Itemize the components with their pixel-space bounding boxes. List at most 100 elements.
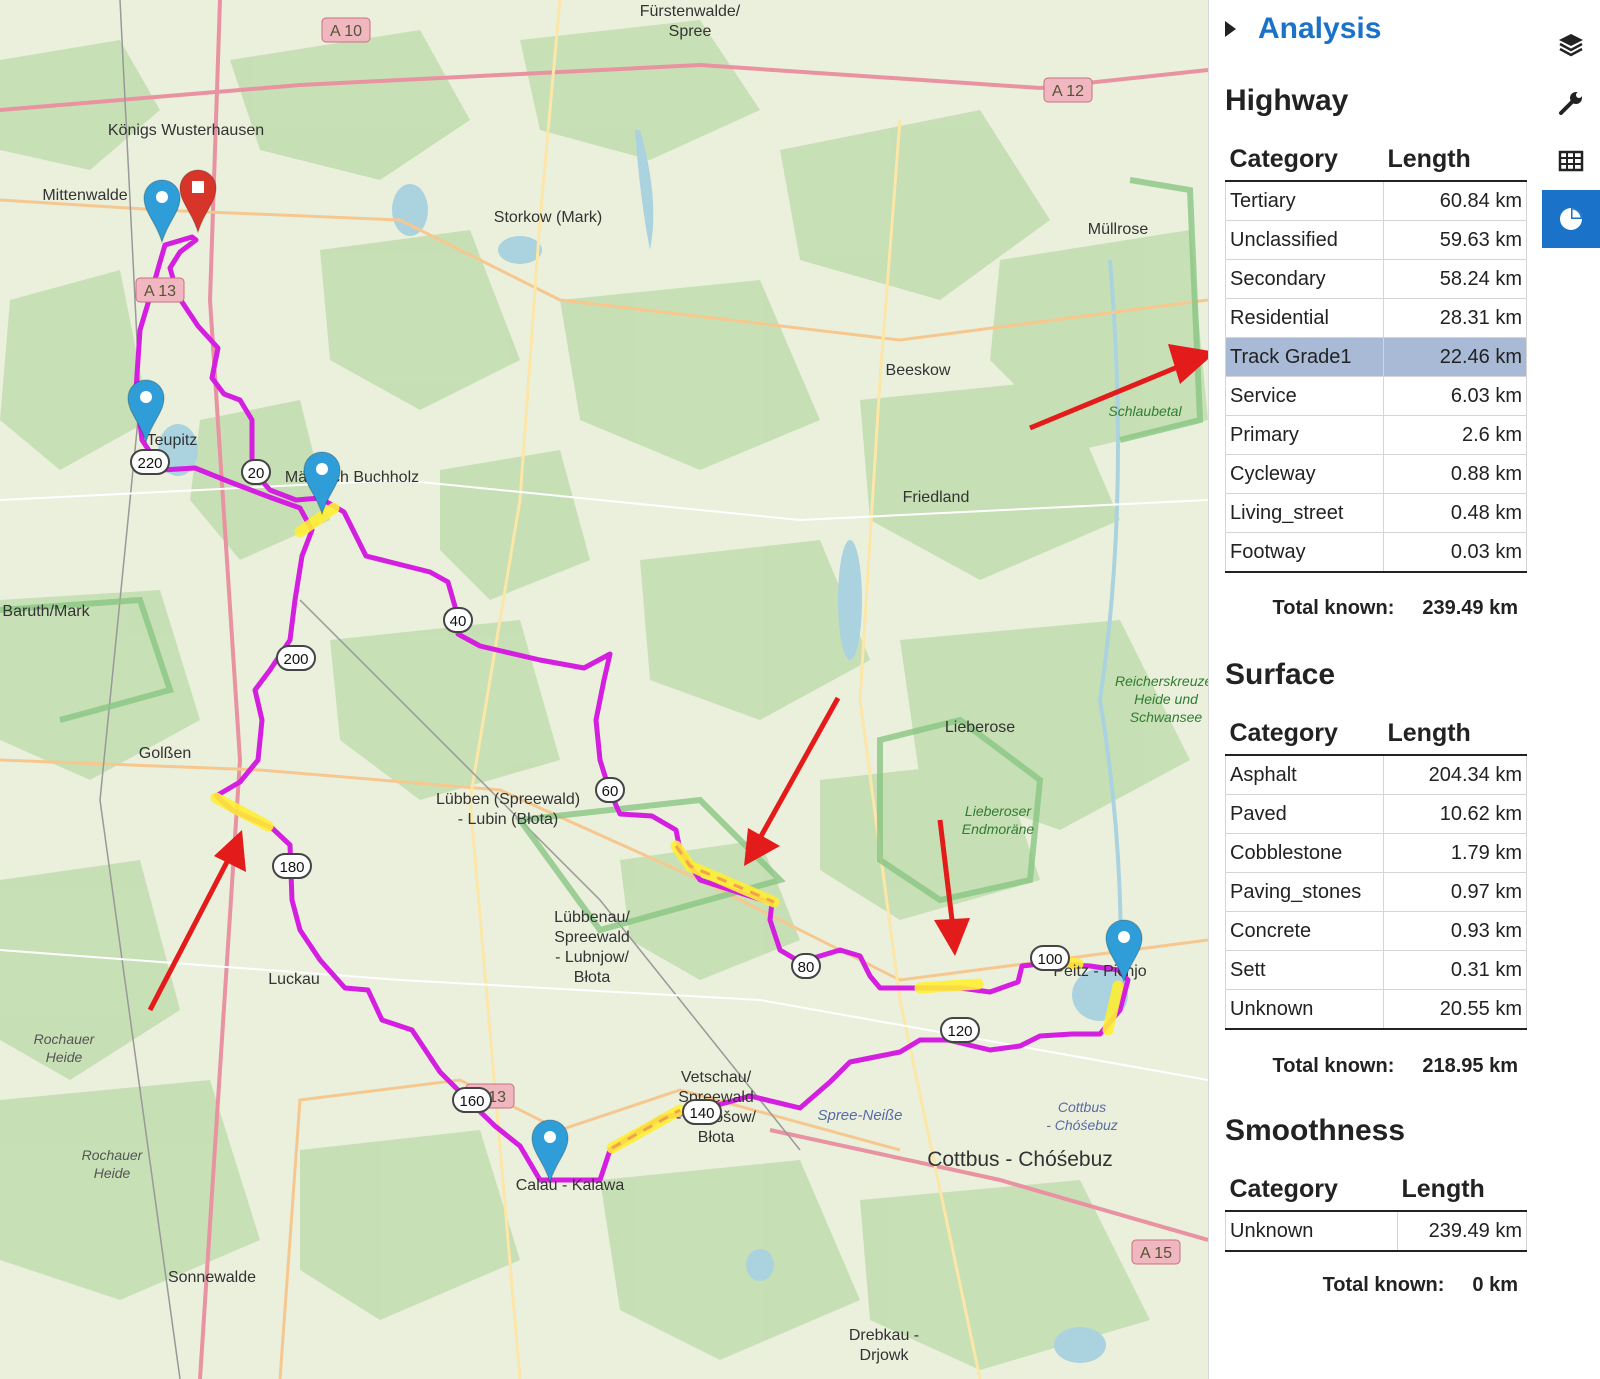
table-row[interactable]: Service 6.03 km — [1225, 376, 1527, 416]
place-label-friedland: Friedland — [903, 489, 970, 506]
length-cell: 0.93 km — [1383, 911, 1527, 951]
category-cell: Unknown — [1225, 989, 1384, 1030]
panel-sidebar — [1542, 0, 1600, 248]
length-cell: 58.24 km — [1383, 259, 1527, 299]
column-header-category[interactable]: Category — [1225, 1168, 1398, 1212]
column-header-length[interactable]: Length — [1383, 712, 1527, 756]
category-cell: Secondary — [1225, 259, 1384, 299]
place-label-mittenwalde: Mittenwalde — [42, 187, 127, 204]
highway-total: Total known: 239.49 km — [1273, 597, 1518, 620]
category-cell: Unclassified — [1225, 220, 1384, 260]
place-label-spreeneisse: Spree-Neiße — [817, 1107, 902, 1124]
total-value: 239.49 km — [1422, 597, 1518, 619]
expand-caret-icon[interactable] — [1225, 21, 1236, 37]
distance-marker: 20 — [241, 459, 271, 485]
category-cell: Footway — [1225, 532, 1384, 573]
category-cell: Living_street — [1225, 493, 1384, 533]
tools-button[interactable] — [1542, 74, 1600, 132]
place-label-sonnewalde: Sonnewalde — [168, 1269, 256, 1286]
place-label-golssen: Golßen — [139, 745, 191, 762]
distance-marker: 120 — [940, 1017, 980, 1043]
category-cell: Cobblestone — [1225, 833, 1384, 873]
length-cell: 6.03 km — [1383, 376, 1527, 416]
category-cell: Track Grade1 — [1225, 337, 1384, 377]
distance-marker: 180 — [272, 853, 312, 879]
svg-text:140: 140 — [689, 1105, 714, 1122]
table-row[interactable]: Unknown 20.55 km — [1225, 989, 1527, 1030]
highway-shield: A 15 — [1131, 1239, 1181, 1265]
distance-marker: 140 — [682, 1099, 722, 1125]
total-value: 218.95 km — [1422, 1055, 1518, 1077]
svg-text:180: 180 — [279, 859, 304, 876]
place-label-muellrose: Müllrose — [1088, 221, 1149, 238]
length-cell: 0.88 km — [1383, 454, 1527, 494]
place-label-storkow: Storkow (Mark) — [494, 209, 602, 226]
place-label-lieberose: Lieberose — [945, 719, 1015, 736]
total-value: 0 km — [1472, 1274, 1518, 1296]
table-row[interactable]: Paving_stones 0.97 km — [1225, 872, 1527, 912]
table-row[interactable]: Tertiary 60.84 km — [1225, 180, 1527, 221]
table-row[interactable]: Asphalt 204.34 km — [1225, 754, 1527, 795]
column-header-category[interactable]: Category — [1225, 712, 1384, 756]
distance-marker: 200 — [276, 645, 316, 671]
svg-text:160: 160 — [459, 1093, 484, 1110]
place-label-calau: Calau - Kalawa — [516, 1177, 625, 1194]
length-cell: 0.31 km — [1383, 950, 1527, 990]
smoothness-table: Category Length Unknown 239.49 km — [1225, 1168, 1527, 1252]
table-row[interactable]: Unknown 239.49 km — [1225, 1210, 1527, 1252]
length-cell: 0.03 km — [1383, 532, 1527, 573]
svg-text:60: 60 — [602, 783, 619, 800]
column-header-length[interactable]: Length — [1383, 138, 1527, 182]
svg-text:A 12: A 12 — [1052, 83, 1084, 100]
table-row[interactable]: Unclassified 59.63 km — [1225, 220, 1527, 260]
table-row[interactable]: Track Grade1 22.46 km — [1225, 337, 1527, 377]
place-label-luckau: Luckau — [268, 971, 320, 988]
place-label-koenigs: Königs Wusterhausen — [108, 122, 264, 139]
smoothness-section-title: Smoothness — [1225, 1114, 1406, 1147]
length-cell: 22.46 km — [1383, 337, 1527, 377]
layers-button[interactable] — [1542, 16, 1600, 74]
table-row[interactable]: Footway 0.03 km — [1225, 532, 1527, 573]
table-row[interactable]: Living_street 0.48 km — [1225, 493, 1527, 533]
table-row[interactable]: Secondary 58.24 km — [1225, 259, 1527, 299]
category-cell: Cycleway — [1225, 454, 1384, 494]
place-label-schlaubetal: Schlaubetal — [1108, 403, 1182, 419]
table-row[interactable]: Cycleway 0.88 km — [1225, 454, 1527, 494]
svg-text:A 10: A 10 — [330, 23, 362, 40]
length-cell: 239.49 km — [1397, 1210, 1527, 1252]
column-header-category[interactable]: Category — [1225, 138, 1384, 182]
table-row[interactable]: Residential 28.31 km — [1225, 298, 1527, 338]
distance-marker: 100 — [1030, 945, 1070, 971]
highway-shield: A 13 — [135, 277, 185, 303]
category-cell: Unknown — [1225, 1210, 1398, 1252]
analysis-button[interactable] — [1542, 190, 1600, 248]
highway-section-title: Highway — [1225, 84, 1349, 117]
table-button[interactable] — [1542, 132, 1600, 190]
svg-text:40: 40 — [450, 613, 467, 630]
category-cell: Sett — [1225, 950, 1384, 990]
total-label: Total known: — [1272, 1055, 1395, 1077]
table-row[interactable]: Primary 2.6 km — [1225, 415, 1527, 455]
length-cell: 10.62 km — [1383, 794, 1527, 834]
svg-text:20: 20 — [248, 465, 265, 482]
table-row[interactable]: Paved 10.62 km — [1225, 794, 1527, 834]
table-row[interactable]: Concrete 0.93 km — [1225, 911, 1527, 951]
svg-text:220: 220 — [137, 455, 162, 472]
length-cell: 2.6 km — [1383, 415, 1527, 455]
analysis-panel: Analysis Highway Category Length Tertiar… — [1208, 0, 1600, 1379]
category-cell: Residential — [1225, 298, 1384, 338]
distance-marker: 220 — [130, 449, 170, 475]
analysis-header[interactable]: Analysis — [1225, 12, 1381, 46]
distance-marker: 80 — [791, 953, 821, 979]
analysis-title[interactable]: Analysis — [1258, 12, 1381, 46]
table-icon — [1558, 150, 1584, 172]
surface-table: Category Length Asphalt 204.34 km Paved 10.… — [1225, 712, 1527, 1030]
pie-chart-icon — [1560, 208, 1582, 230]
smoothness-total: Total known: 0 km — [1323, 1274, 1518, 1297]
map-view[interactable]: Fürstenwalde/Spree Königs Wusterhausen Mit… — [0, 0, 1208, 1379]
column-header-length[interactable]: Length — [1397, 1168, 1527, 1212]
table-row[interactable]: Sett 0.31 km — [1225, 950, 1527, 990]
table-row[interactable]: Cobblestone 1.79 km — [1225, 833, 1527, 873]
total-label: Total known: — [1322, 1274, 1445, 1296]
svg-text:A 15: A 15 — [1140, 1245, 1172, 1262]
